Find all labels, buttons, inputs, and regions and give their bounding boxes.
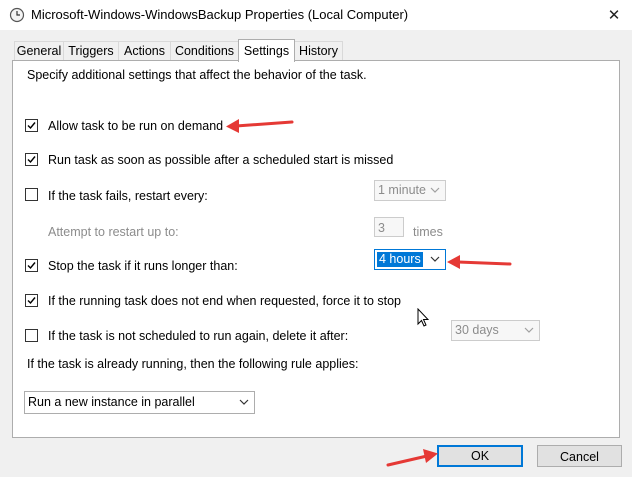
cancel-button[interactable]: Cancel: [537, 445, 622, 467]
close-button[interactable]: ✕: [596, 0, 632, 30]
tab-conditions[interactable]: Conditions: [170, 41, 239, 61]
settings-description: Specify additional settings that affect …: [27, 68, 367, 82]
ok-button[interactable]: OK: [437, 445, 523, 467]
settings-panel: [12, 60, 620, 438]
delete-if-not-scheduled-label: If the task is not scheduled to run agai…: [48, 329, 349, 343]
checkmark-icon: [27, 262, 36, 270]
allow-on-demand-checkbox[interactable]: [25, 119, 38, 132]
mouse-cursor-icon: [417, 307, 430, 331]
tab-history[interactable]: History: [294, 41, 343, 61]
tab-general[interactable]: General: [14, 41, 64, 61]
force-stop-checkbox[interactable]: [25, 294, 38, 307]
running-rule-dropdown[interactable]: Run a new instance in parallel: [24, 391, 255, 414]
delete-after-value: 30 days: [455, 323, 499, 337]
stop-if-longer-label: Stop the task if it runs longer than:: [48, 259, 238, 273]
annotation-arrow-icon: [386, 449, 438, 467]
restart-attempts-unit: times: [413, 225, 443, 239]
annotation-arrow-icon: [447, 255, 512, 269]
restart-interval-value: 1 minute: [378, 183, 426, 197]
tab-triggers[interactable]: Triggers: [63, 41, 119, 61]
tab-settings[interactable]: Settings: [238, 39, 295, 62]
chevron-down-icon: [430, 256, 440, 262]
restart-interval-dropdown[interactable]: 1 minute: [374, 180, 446, 201]
stop-if-longer-checkbox[interactable]: [25, 259, 38, 272]
task-scheduler-icon: [9, 7, 25, 23]
delete-if-not-scheduled-checkbox[interactable]: [25, 329, 38, 342]
chevron-down-icon: [239, 399, 249, 405]
allow-on-demand-label: Allow task to be run on demand: [48, 119, 224, 133]
chevron-down-icon: [524, 327, 534, 333]
window-title: Microsoft-Windows-WindowsBackup Properti…: [31, 7, 409, 22]
restart-attempts-label: Attempt to restart up to:: [48, 225, 179, 239]
tab-actions[interactable]: Actions: [118, 41, 171, 61]
run-asap-label: Run task as soon as possible after a sch…: [48, 153, 394, 167]
annotation-arrow-icon: [226, 119, 294, 133]
running-rule-value: Run a new instance in parallel: [28, 395, 195, 409]
close-icon: ✕: [607, 7, 621, 24]
run-asap-checkbox[interactable]: [25, 153, 38, 166]
force-stop-label: If the running task does not end when re…: [48, 294, 402, 308]
max-run-time-value: 4 hours: [377, 252, 423, 267]
restart-on-fail-checkbox[interactable]: [25, 188, 38, 201]
checkmark-icon: [27, 297, 36, 305]
restart-attempts-stepper[interactable]: 3: [374, 217, 404, 237]
checkmark-icon: [27, 122, 36, 130]
restart-on-fail-label: If the task fails, restart every:: [48, 189, 208, 203]
checkmark-icon: [27, 156, 36, 164]
rule-label: If the task is already running, then the…: [27, 357, 359, 371]
delete-after-dropdown[interactable]: 30 days: [451, 320, 540, 341]
chevron-down-icon: [430, 187, 440, 193]
max-run-time-dropdown[interactable]: 4 hours: [374, 249, 446, 270]
